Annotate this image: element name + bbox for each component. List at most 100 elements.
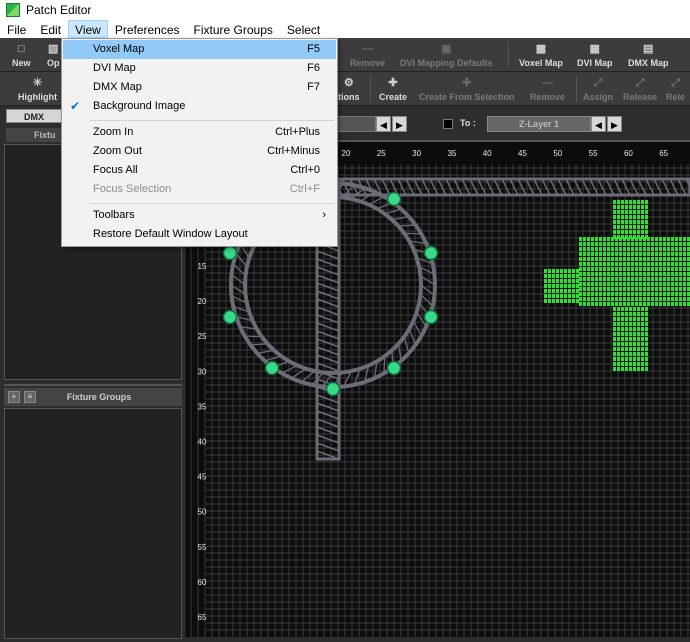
view-menu-focus-all[interactable]: Focus All Ctrl+0: [63, 161, 336, 180]
release-icon: ⤢: [671, 77, 680, 89]
view-menu-dvi-map[interactable]: DVI Map F6: [63, 59, 336, 78]
dvi-map-button[interactable]: ▦ DVI Map: [577, 40, 613, 70]
pixel-cell: [623, 242, 626, 246]
pixel-cell: [633, 352, 636, 356]
menu-select[interactable]: Select: [280, 20, 327, 38]
pixel-cell: [587, 247, 590, 251]
pixel-cell: [633, 312, 636, 316]
remove-mapping-button[interactable]: — Remove: [350, 40, 385, 70]
pixel-cell: [637, 215, 640, 219]
pixel-cell: [651, 262, 654, 266]
pixel-cell: [576, 294, 579, 298]
pixel-cell: [633, 322, 636, 326]
pixel-cell: [617, 307, 620, 311]
pixel-cell: [667, 297, 670, 301]
create-group-button[interactable]: ✚ Create: [379, 74, 407, 104]
pixel-cell: [595, 257, 598, 261]
pixel-cell: [637, 327, 640, 331]
view-menu-toolbars[interactable]: Toolbars ›: [63, 206, 336, 225]
from-next-button[interactable]: ▶: [392, 116, 407, 132]
to-prev-button[interactable]: ◀: [591, 116, 606, 132]
release-all-button[interactable]: ⤢ Rele: [666, 74, 685, 104]
pixel-cell: [645, 357, 648, 361]
view-menu-background-image[interactable]: ✔ Background Image: [63, 97, 336, 116]
view-menu-restore-layout[interactable]: Restore Default Window Layout: [63, 225, 336, 244]
dmx-tab[interactable]: DMX: [6, 109, 62, 123]
pixel-cell: [625, 312, 628, 316]
pixel-cell: [651, 302, 654, 306]
view-menu-focus-selection[interactable]: Focus Selection Ctrl+F: [63, 180, 336, 199]
menu-file[interactable]: File: [0, 20, 33, 38]
fixture-group-add-icon[interactable]: +: [8, 391, 20, 403]
pixel-cell: [679, 272, 682, 276]
new-button[interactable]: □ New: [12, 40, 31, 70]
layer-color-swatch[interactable]: [443, 119, 453, 129]
pixel-cell: [635, 252, 638, 256]
dmx-map-button[interactable]: ▤ DMX Map: [628, 40, 669, 70]
pixel-cell: [607, 277, 610, 281]
menu-view[interactable]: View: [68, 20, 108, 38]
highlight-button[interactable]: ✳ Highlight: [18, 74, 57, 104]
menu-edit[interactable]: Edit: [33, 20, 68, 38]
pixel-cell: [603, 262, 606, 266]
view-menu-zoom-in[interactable]: Zoom In Ctrl+Plus: [63, 123, 336, 142]
pixel-cell: [659, 237, 662, 241]
view-menu-dmx-map[interactable]: DMX Map F7: [63, 78, 336, 97]
pixel-cell: [568, 269, 571, 273]
menu-preferences[interactable]: Preferences: [108, 20, 187, 38]
pixel-cell: [633, 307, 636, 311]
create-from-selection-button[interactable]: ✚ Create From Selection: [419, 74, 515, 104]
pixel-cell: [625, 357, 628, 361]
pixel-cell: [671, 262, 674, 266]
pixel-cell: [667, 267, 670, 271]
dvi-mapping-defaults-button[interactable]: ▣ DVI Mapping Defaults: [400, 40, 493, 70]
options-button[interactable]: ⚙ tions: [338, 74, 360, 104]
pixel-cell: [641, 322, 644, 326]
fixture-group-settings-icon[interactable]: ≡: [24, 391, 36, 403]
from-prev-button[interactable]: ◀: [376, 116, 391, 132]
pixel-cell: [611, 292, 614, 296]
voxel-map-button[interactable]: ▩ Voxel Map: [519, 40, 563, 70]
pixel-cell: [625, 205, 628, 209]
pixel-cell: [651, 297, 654, 301]
pixel-cell: [611, 267, 614, 271]
pixel-cell: [617, 220, 620, 224]
pixel-cell: [629, 352, 632, 356]
pixel-cell: [613, 210, 616, 214]
to-layer-field[interactable]: Z-Layer 1: [487, 116, 591, 132]
pixel-cell: [633, 317, 636, 321]
pixel-cell: [663, 262, 666, 266]
assign-icon: ⤢: [593, 77, 603, 89]
remove-group-button[interactable]: — Remove: [530, 74, 565, 104]
pixel-cell: [625, 327, 628, 331]
pixel-cell: [568, 279, 571, 283]
pixel-cell: [639, 247, 642, 251]
view-menu-zoom-out[interactable]: Zoom Out Ctrl+Minus: [63, 142, 336, 161]
pixel-cell: [572, 289, 575, 293]
pixel-cell: [647, 277, 650, 281]
pixel-cell: [617, 205, 620, 209]
view-menu-voxel-map[interactable]: Voxel Map F5: [63, 40, 336, 59]
pixel-cell: [556, 289, 559, 293]
pixel-cell: [603, 252, 606, 256]
pixel-cell: [663, 272, 666, 276]
truss-lattice: [316, 274, 340, 284]
pixel-cell: [647, 237, 650, 241]
assign-button[interactable]: ⤢ Assign: [583, 74, 613, 104]
pixel-cell: [633, 362, 636, 366]
pixel-cell: [572, 274, 575, 278]
fixture-groups-list[interactable]: [4, 408, 182, 639]
from-layer-field[interactable]: [336, 116, 376, 132]
pixel-cell: [645, 200, 648, 204]
menu-fixture-groups[interactable]: Fixture Groups: [187, 20, 280, 38]
to-next-button[interactable]: ▶: [607, 116, 622, 132]
pixel-cell: [595, 292, 598, 296]
pixel-cell: [595, 247, 598, 251]
release-button[interactable]: ⤢ Release: [623, 74, 657, 104]
pixel-cell: [635, 257, 638, 261]
pixel-cell: [629, 342, 632, 346]
pixel-cell: [579, 242, 582, 246]
open-button[interactable]: ▧ Op: [47, 40, 60, 70]
pixel-cell: [615, 252, 618, 256]
pixel-cell: [544, 294, 547, 298]
